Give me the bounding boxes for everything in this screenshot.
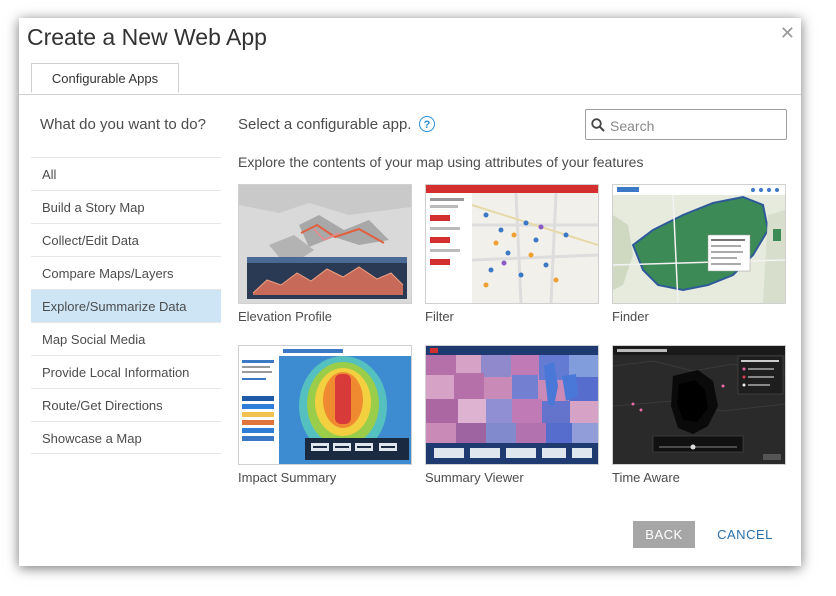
close-icon[interactable]: ✕ (780, 24, 795, 42)
app-card-summary-viewer[interactable]: Summary Viewer (425, 345, 599, 485)
app-card-label: Elevation Profile (238, 309, 332, 324)
app-card-elevation-profile[interactable]: Elevation Profile (238, 184, 412, 324)
app-card-filter[interactable]: Filter (425, 184, 599, 324)
sidebar-item-provide-local-information[interactable]: Provide Local Information (31, 355, 221, 388)
app-card-label: Summary Viewer (425, 470, 524, 485)
filter-thumbnail (425, 184, 599, 304)
app-card-label: Filter (425, 309, 454, 324)
help-icon[interactable]: ? (419, 116, 435, 132)
finder-thumbnail (612, 184, 786, 304)
app-card-time-aware[interactable]: Time Aware (612, 345, 786, 485)
sidebar-item-map-social-media[interactable]: Map Social Media (31, 322, 221, 355)
app-card-label: Finder (612, 309, 649, 324)
sidebar-item-compare-maps-layers[interactable]: Compare Maps/Layers (31, 256, 221, 289)
sidebar-item-route-get-directions[interactable]: Route/Get Directions (31, 388, 221, 421)
tab-configurable-apps[interactable]: Configurable Apps (31, 63, 179, 93)
create-web-app-dialog: Create a New Web App ✕ Configurable Apps… (19, 18, 801, 566)
app-card-label: Impact Summary (238, 470, 337, 485)
impact-summary-thumbnail (238, 345, 412, 465)
search-input[interactable] (608, 114, 782, 137)
sidebar-item-showcase-map[interactable]: Showcase a Map (31, 421, 221, 454)
sidebar-question: What do you want to do? (40, 116, 206, 133)
app-category-description: Explore the contents of your map using a… (238, 154, 644, 170)
sidebar-item-collect-edit-data[interactable]: Collect/Edit Data (31, 223, 221, 256)
select-app-label: Select a configurable app. (238, 116, 412, 133)
search-icon (591, 118, 605, 132)
app-card-label: Time Aware (612, 470, 680, 485)
summary-viewer-thumbnail (425, 345, 599, 465)
elevation-profile-thumbnail (238, 184, 412, 304)
sidebar: All Build a Story Map Collect/Edit Data … (31, 157, 221, 454)
back-button[interactable]: BACK (633, 521, 695, 548)
sidebar-item-build-story-map[interactable]: Build a Story Map (31, 190, 221, 223)
cancel-button[interactable]: CANCEL (709, 521, 781, 548)
time-aware-thumbnail (612, 345, 786, 465)
dialog-title: Create a New Web App (27, 24, 267, 50)
app-card-impact-summary[interactable]: Impact Summary (238, 345, 412, 485)
search-box (585, 109, 787, 140)
sidebar-item-explore-summarize-data[interactable]: Explore/Summarize Data (31, 289, 221, 322)
app-card-finder[interactable]: Finder (612, 184, 786, 324)
tab-bar (19, 94, 801, 95)
sidebar-item-all[interactable]: All (31, 157, 221, 190)
